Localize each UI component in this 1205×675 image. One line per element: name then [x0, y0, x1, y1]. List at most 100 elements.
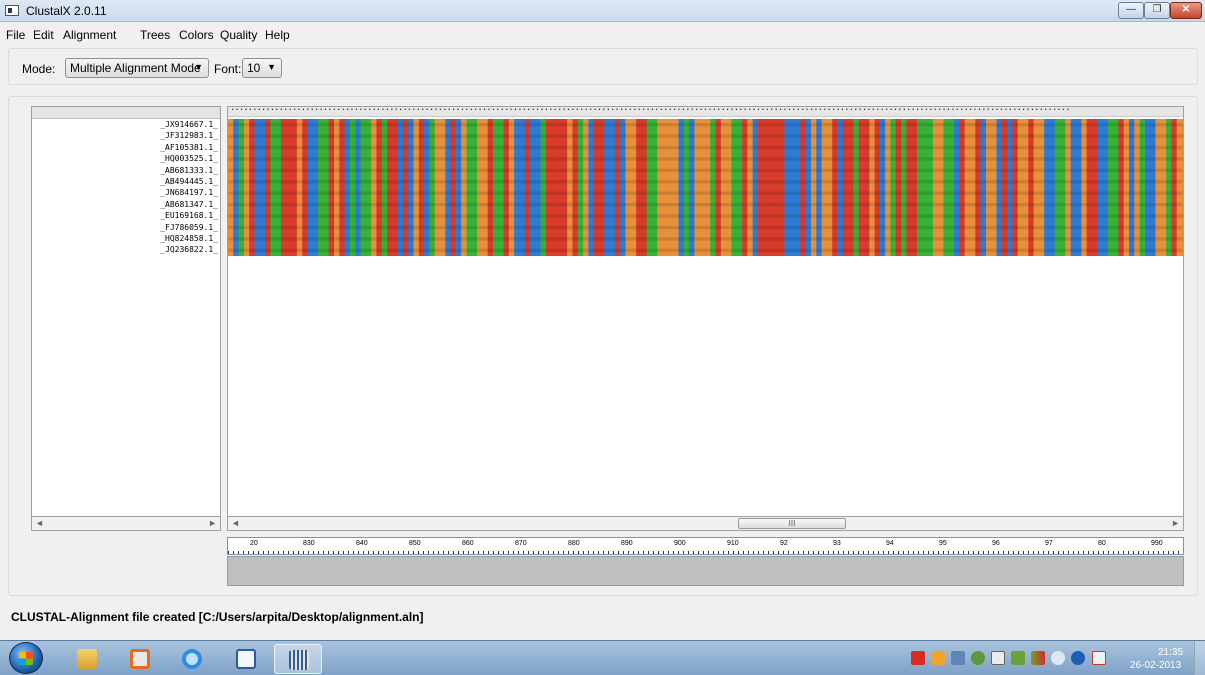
ruler-label: 97: [1045, 540, 1053, 547]
residue-column: [821, 119, 828, 256]
residue-column: [625, 119, 632, 256]
volume-tray-icon[interactable]: [1051, 651, 1065, 665]
update-tray-icon[interactable]: [931, 651, 945, 665]
residue-column: [349, 119, 356, 256]
residue-column: [1038, 119, 1045, 256]
scroll-thumb[interactable]: III: [738, 518, 846, 529]
sequence-block-svg: [228, 119, 1183, 256]
network-tray-icon[interactable]: [1031, 651, 1045, 665]
menu-file[interactable]: File: [6, 28, 25, 42]
residue-column: [1023, 119, 1029, 256]
sequence-name[interactable]: _AF105381.1_: [160, 143, 218, 152]
internet-explorer-taskbar-button[interactable]: [168, 644, 216, 674]
residue-column: [1097, 119, 1103, 256]
antivirus-tray-icon[interactable]: [911, 651, 925, 665]
sequence-row: [228, 225, 1183, 230]
menu-bar: File Edit Alignment Trees Colors Quality…: [0, 24, 1205, 44]
bluetooth-tray-icon[interactable]: [1071, 651, 1085, 665]
media-player-taskbar-button[interactable]: [116, 644, 164, 674]
sequence-name[interactable]: _HQ003525.1_: [160, 154, 218, 163]
residue-column: [1102, 119, 1109, 256]
residue-column: [917, 119, 923, 256]
word-icon: [236, 649, 256, 669]
clock-date[interactable]: 26-02-2013: [1130, 660, 1181, 671]
scroll-left-icon[interactable]: ◄: [35, 518, 44, 528]
residue-column: [312, 119, 319, 256]
residue-column: [789, 119, 796, 256]
folder-icon: [77, 649, 97, 669]
residue-column: [482, 119, 489, 256]
residue-column: [927, 119, 934, 256]
residue-column: [800, 119, 807, 256]
residue-column: [811, 119, 817, 256]
ruler-label: 830: [303, 540, 315, 547]
residue-column: [477, 119, 483, 256]
residue-column: [450, 119, 457, 256]
clustalx-taskbar-button[interactable]: [274, 644, 322, 674]
window-title: ClustalX 2.0.11: [26, 4, 107, 18]
residue-column: [1166, 119, 1172, 256]
sequence-row: [228, 180, 1183, 184]
sequence-name[interactable]: _HQ824858.1_: [160, 234, 218, 243]
menu-help[interactable]: Help: [265, 28, 290, 42]
residue-column: [471, 119, 478, 256]
residue-column: [858, 119, 865, 256]
residue-column: [1017, 119, 1024, 256]
sequence-name[interactable]: _AB494445.1_: [160, 177, 218, 186]
monitor-tray-icon[interactable]: [951, 651, 965, 665]
sequence-name[interactable]: _JN684197.1_: [160, 188, 218, 197]
residue-column: [683, 119, 690, 256]
scroll-left-icon[interactable]: ◄: [231, 518, 240, 528]
scroll-right-icon[interactable]: ►: [208, 518, 217, 528]
usb-tray-icon[interactable]: [991, 651, 1005, 665]
alignment-horizontal-scrollbar[interactable]: ◄ III ►: [227, 516, 1184, 531]
residue-column: [535, 119, 542, 256]
names-header: [32, 107, 220, 119]
alignment-panel[interactable]: ........................................…: [227, 106, 1184, 517]
sequence-names-panel[interactable]: _JX914667.1_ _JF312983.1_ _AF105381.1_ _HQ0…: [31, 106, 221, 517]
menu-edit[interactable]: Edit: [33, 28, 54, 42]
minimize-button[interactable]: —: [1118, 2, 1144, 19]
scroll-right-icon[interactable]: ►: [1171, 518, 1180, 528]
sequence-name[interactable]: _AB681333.1_: [160, 166, 218, 175]
sequence-name[interactable]: _EU169168.1_: [160, 211, 218, 220]
sequence-name[interactable]: _JQ236822.1_: [160, 245, 218, 254]
close-button[interactable]: ✕: [1170, 2, 1202, 19]
residue-column: [758, 119, 764, 256]
names-horizontal-scrollbar[interactable]: ◄ ►: [31, 516, 221, 531]
show-desktop-button[interactable]: [1194, 641, 1205, 675]
residue-column: [551, 119, 557, 256]
start-button[interactable]: [9, 642, 43, 674]
residue-column: [286, 119, 292, 256]
sequence-name[interactable]: _FJ786059.1_: [160, 223, 218, 232]
sequence-name[interactable]: _AB681347.1_: [160, 200, 218, 209]
maximize-button[interactable]: ❐: [1144, 2, 1170, 19]
menu-colors[interactable]: Colors: [179, 28, 214, 42]
explorer-taskbar-button[interactable]: [63, 644, 111, 674]
security-tray-icon[interactable]: [1011, 651, 1025, 665]
app-icon[interactable]: [5, 5, 19, 16]
residue-column: [1081, 119, 1087, 256]
residue-column: [614, 119, 621, 256]
menu-trees[interactable]: Trees: [140, 28, 170, 42]
sequence-row: [228, 134, 1183, 138]
sequence-row: [228, 202, 1183, 207]
mode-dropdown[interactable]: Multiple Alignment Mode ▼: [65, 58, 209, 78]
sync-tray-icon[interactable]: [971, 651, 985, 665]
sequence-row: [228, 123, 1183, 127]
action-center-tray-icon[interactable]: [1092, 651, 1106, 665]
chevron-down-icon: ▼: [267, 62, 276, 72]
residue-column: [630, 119, 637, 256]
menu-quality[interactable]: Quality: [220, 28, 257, 42]
font-size-value: 10: [247, 61, 261, 75]
menu-alignment[interactable]: Alignment: [63, 28, 116, 42]
clock-time[interactable]: 21:35: [1158, 647, 1183, 658]
residue-column: [895, 119, 902, 256]
word-taskbar-button[interactable]: [222, 644, 270, 674]
font-size-dropdown[interactable]: 10 ▼: [242, 58, 282, 78]
residue-column: [1113, 119, 1119, 256]
ruler-label: 92: [780, 540, 788, 547]
residue-column: [773, 119, 780, 256]
sequence-name[interactable]: _JF312983.1_: [160, 131, 218, 140]
sequence-name[interactable]: _JX914667.1_: [160, 120, 218, 129]
